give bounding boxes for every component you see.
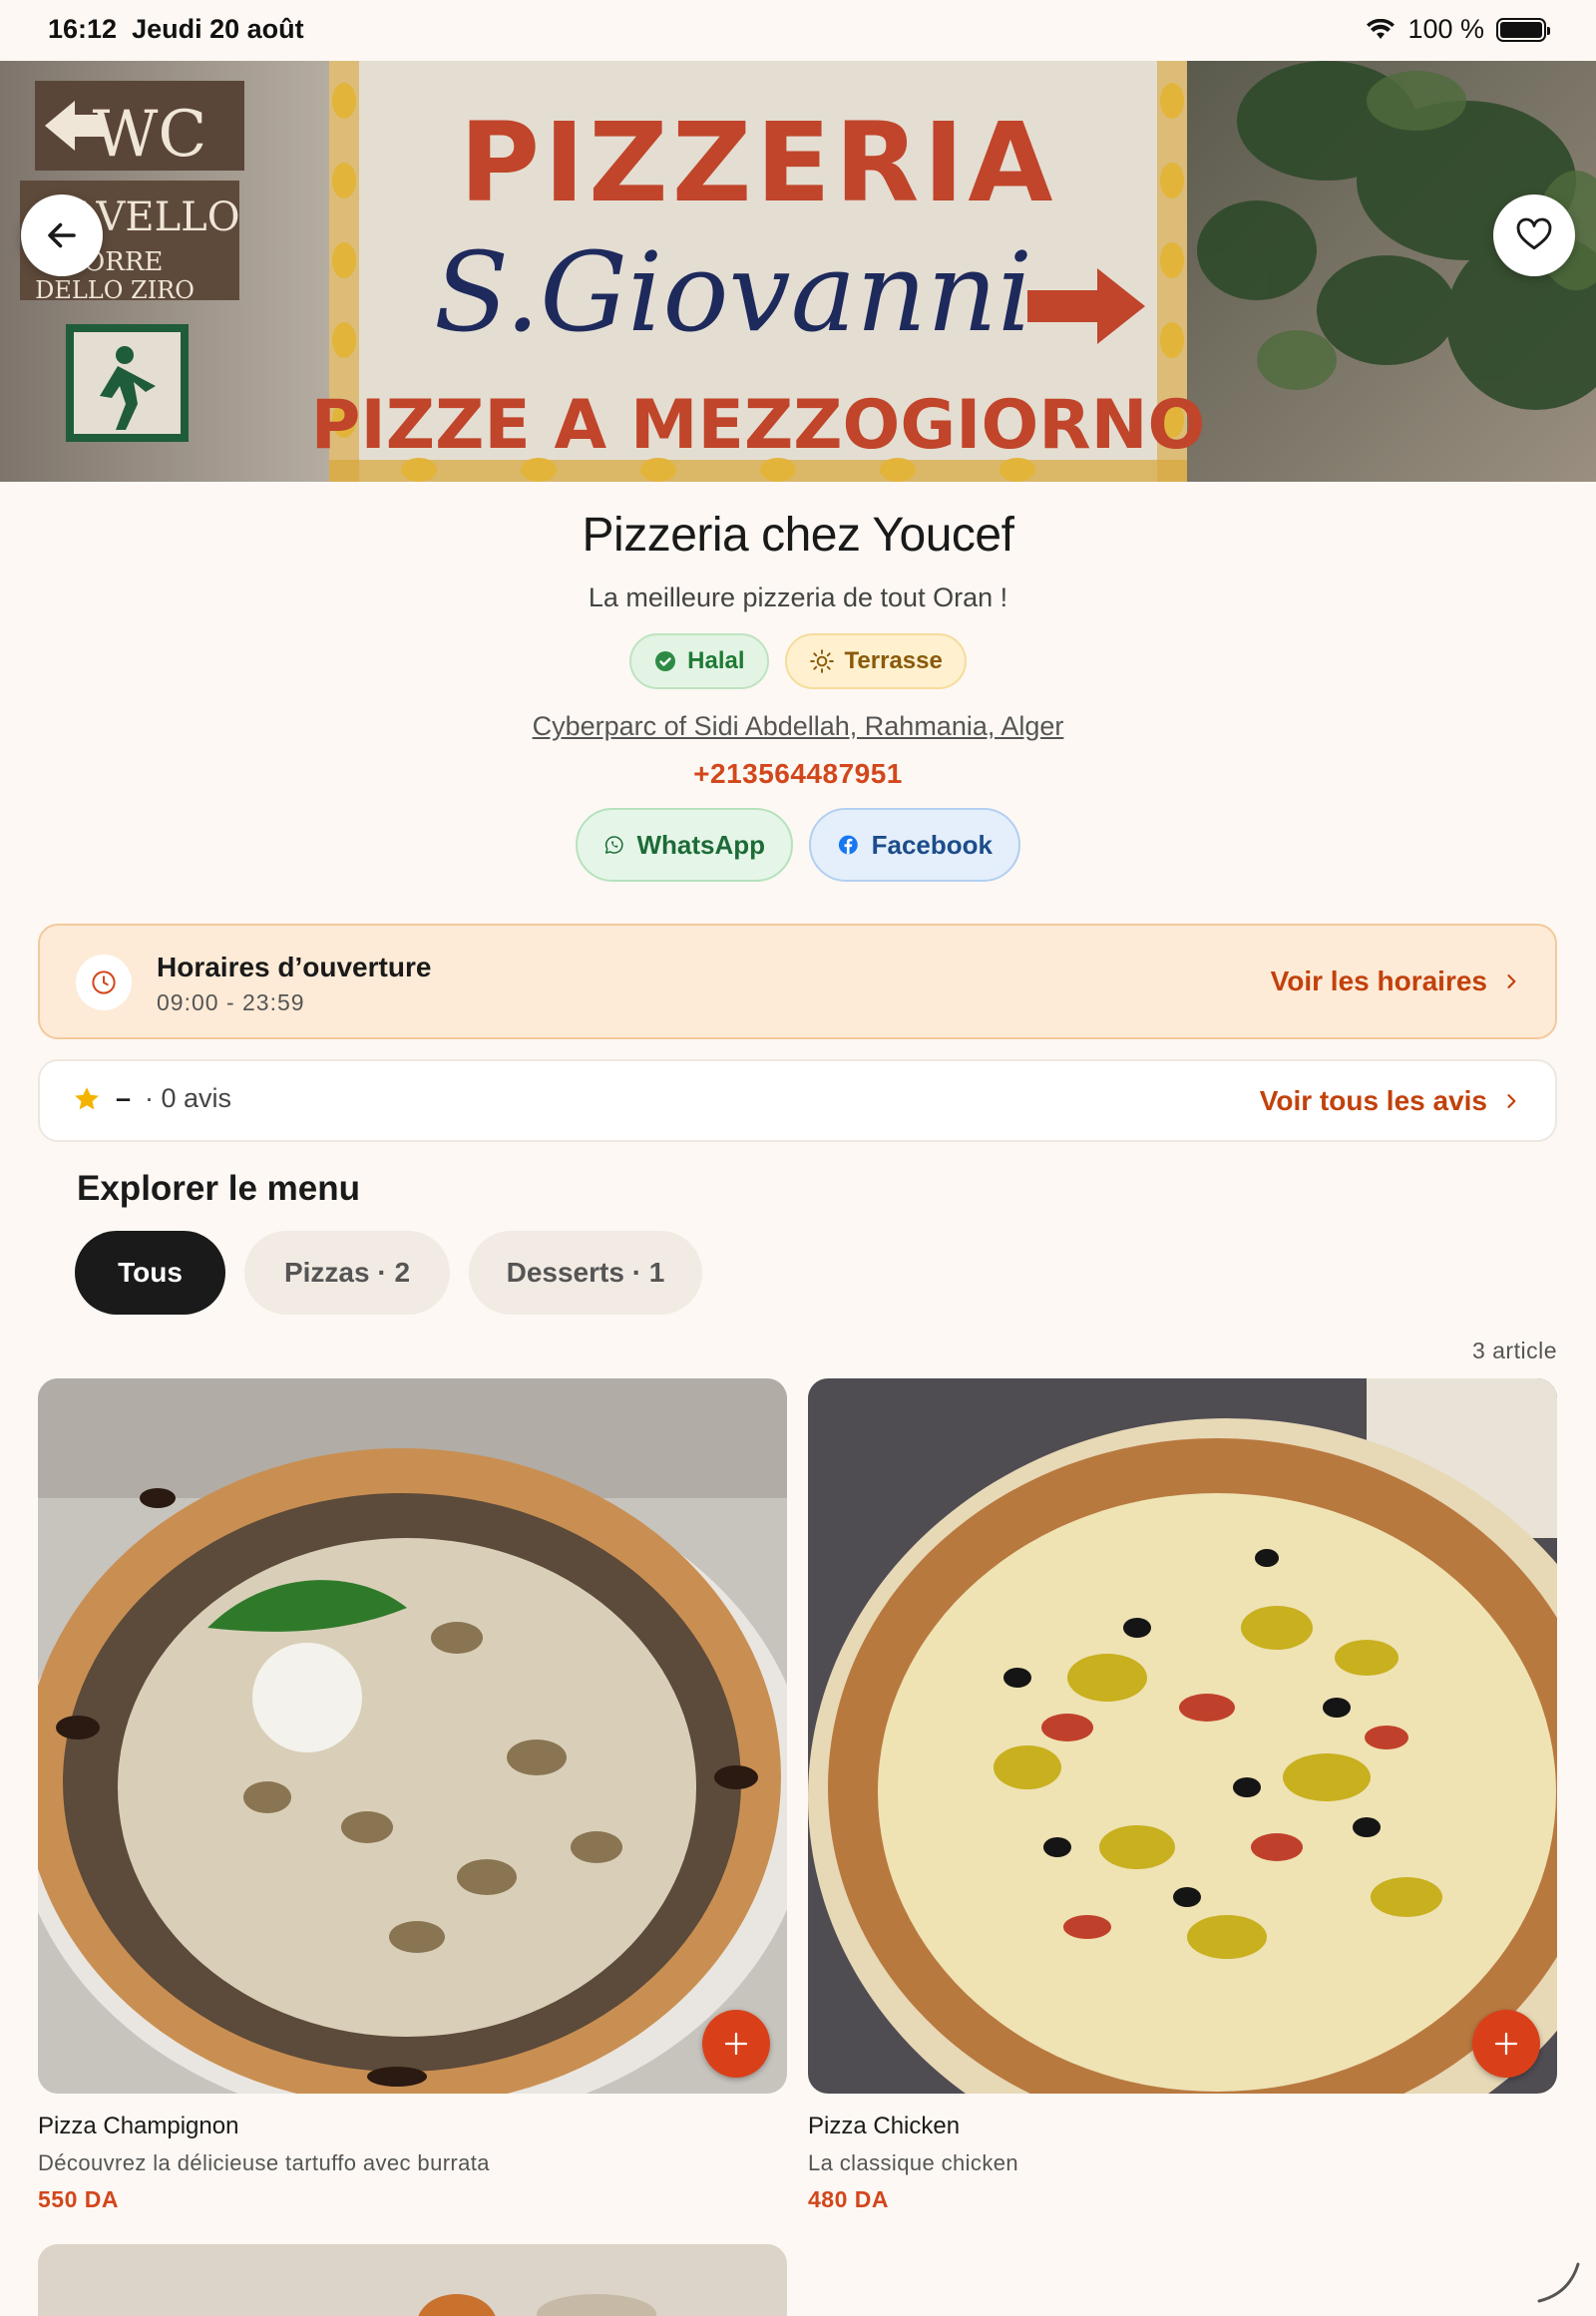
check-circle-icon	[655, 651, 676, 671]
restaurant-tagline: La meilleure pizzeria de tout Oran !	[588, 582, 1008, 612]
battery-percent: 100 %	[1407, 14, 1484, 44]
menu-item-description: La classique chicken	[808, 2150, 1019, 2175]
view-hours-link[interactable]: Voir les horaires	[1271, 965, 1521, 997]
menu-title: Explorer le menu	[77, 1169, 360, 1208]
menu-item-card[interactable]: Pizza Chicken La classique chicken 480 D…	[808, 1378, 1557, 2213]
menu-item-card[interactable]: Pizza Champignon Découvrez la délicieuse…	[38, 1378, 787, 2213]
wifi-icon	[1367, 18, 1396, 39]
chip-tous[interactable]: Tous	[75, 1231, 225, 1315]
hours-icon-wrap	[76, 955, 132, 1010]
plus-icon	[724, 2032, 748, 2056]
add-to-cart-button[interactable]	[702, 2010, 770, 2078]
hours-time: 09:00 - 23:59	[157, 989, 305, 1015]
scroll-indicator	[1537, 2262, 1580, 2303]
status-indicators: 100 %	[1366, 14, 1550, 45]
status-time: 16:12 Jeudi 20 août	[48, 14, 304, 44]
favorite-button[interactable]	[1493, 194, 1575, 276]
chip-desserts[interactable]: Desserts · 1	[469, 1231, 702, 1315]
restaurant-info: Pizzeria chez Youcef La meilleure pizzer…	[0, 482, 1596, 882]
restaurant-name: Pizzeria chez Youcef	[582, 509, 1014, 562]
arrow-left-icon	[48, 222, 76, 248]
hero-image: PIZZERIA S.Giovanni PIZZE A MEZZOGIORNO …	[0, 61, 1596, 482]
facebook-button[interactable]: Facebook	[809, 808, 1020, 882]
rating-summary: – · 0 avis	[72, 1083, 231, 1114]
menu-item-image	[38, 1378, 787, 2094]
phone-link[interactable]: +213564487951	[0, 758, 1596, 790]
menu-item-description: Découvrez la délicieuse tartuffo avec bu…	[38, 2150, 490, 2175]
rating-value: –	[116, 1083, 132, 1113]
sign-giovanni-text: S.Giovanni	[434, 228, 1032, 356]
facebook-icon	[838, 835, 858, 855]
add-to-cart-button[interactable]	[1472, 2010, 1540, 2078]
opening-hours-card[interactable]: Horaires d’ouverture 09:00 - 23:59 Voir …	[38, 924, 1557, 1039]
battery-icon	[1496, 17, 1550, 42]
status-bar: 16:12 Jeudi 20 août 100 %	[0, 0, 1596, 61]
menu-item-price: 550 DA	[38, 2186, 119, 2212]
sun-icon	[809, 649, 834, 673]
article-count: 3 article	[1471, 1338, 1557, 1363]
whatsapp-icon	[604, 836, 623, 854]
sign-ziro-text: DELLO ZIRO	[35, 276, 195, 304]
chevron-right-icon	[1507, 1094, 1516, 1108]
tag-halal: Halal	[629, 633, 769, 689]
view-all-reviews-label: Voir tous les avis	[1259, 1085, 1487, 1116]
clock-icon	[92, 970, 116, 994]
whatsapp-label: WhatsApp	[636, 829, 765, 860]
menu-item-card-partial[interactable]	[38, 2244, 787, 2316]
back-button[interactable]	[21, 194, 103, 276]
whatsapp-button[interactable]: WhatsApp	[576, 808, 793, 882]
tag-list: Halal Terrasse	[0, 633, 1596, 689]
menu-item-image	[808, 1378, 1557, 2094]
view-hours-label: Voir les horaires	[1270, 965, 1487, 996]
address-link[interactable]: Cyberparc of Sidi Abdellah, Rahmania, Al…	[0, 711, 1596, 742]
tag-halal-label: Halal	[687, 647, 745, 674]
tag-terrasse: Terrasse	[784, 633, 967, 689]
social-links: WhatsApp Facebook	[0, 808, 1596, 882]
plus-icon	[1494, 2032, 1518, 2056]
chevron-right-icon	[1507, 974, 1516, 988]
menu-item-price: 480 DA	[808, 2186, 889, 2212]
chip-pizzas[interactable]: Pizzas · 2	[244, 1231, 450, 1315]
sign-pizzeria-text: PIZZERIA	[460, 99, 1057, 226]
menu-category-chips: Tous Pizzas · 2 Desserts · 1	[75, 1231, 702, 1315]
heart-icon	[1516, 217, 1552, 250]
review-count: · 0 avis	[145, 1083, 232, 1113]
facebook-label: Facebook	[871, 829, 993, 860]
view-all-reviews-link[interactable]: Voir tous les avis	[1260, 1085, 1521, 1117]
menu-item-name: Pizza Chicken	[808, 2113, 961, 2139]
tag-terrasse-label: Terrasse	[844, 647, 943, 674]
reviews-card[interactable]: – · 0 avis Voir tous les avis	[38, 1059, 1557, 1142]
status-date: Jeudi 20 août	[132, 14, 304, 44]
sign-mezzogiorno-text: PIZZE A MEZZOGIORNO	[311, 386, 1206, 465]
star-icon	[75, 1086, 99, 1109]
sign-wc-text: WC	[93, 98, 207, 172]
hours-title: Horaires d’ouverture	[157, 952, 432, 982]
menu-item-name: Pizza Champignon	[38, 2113, 239, 2139]
